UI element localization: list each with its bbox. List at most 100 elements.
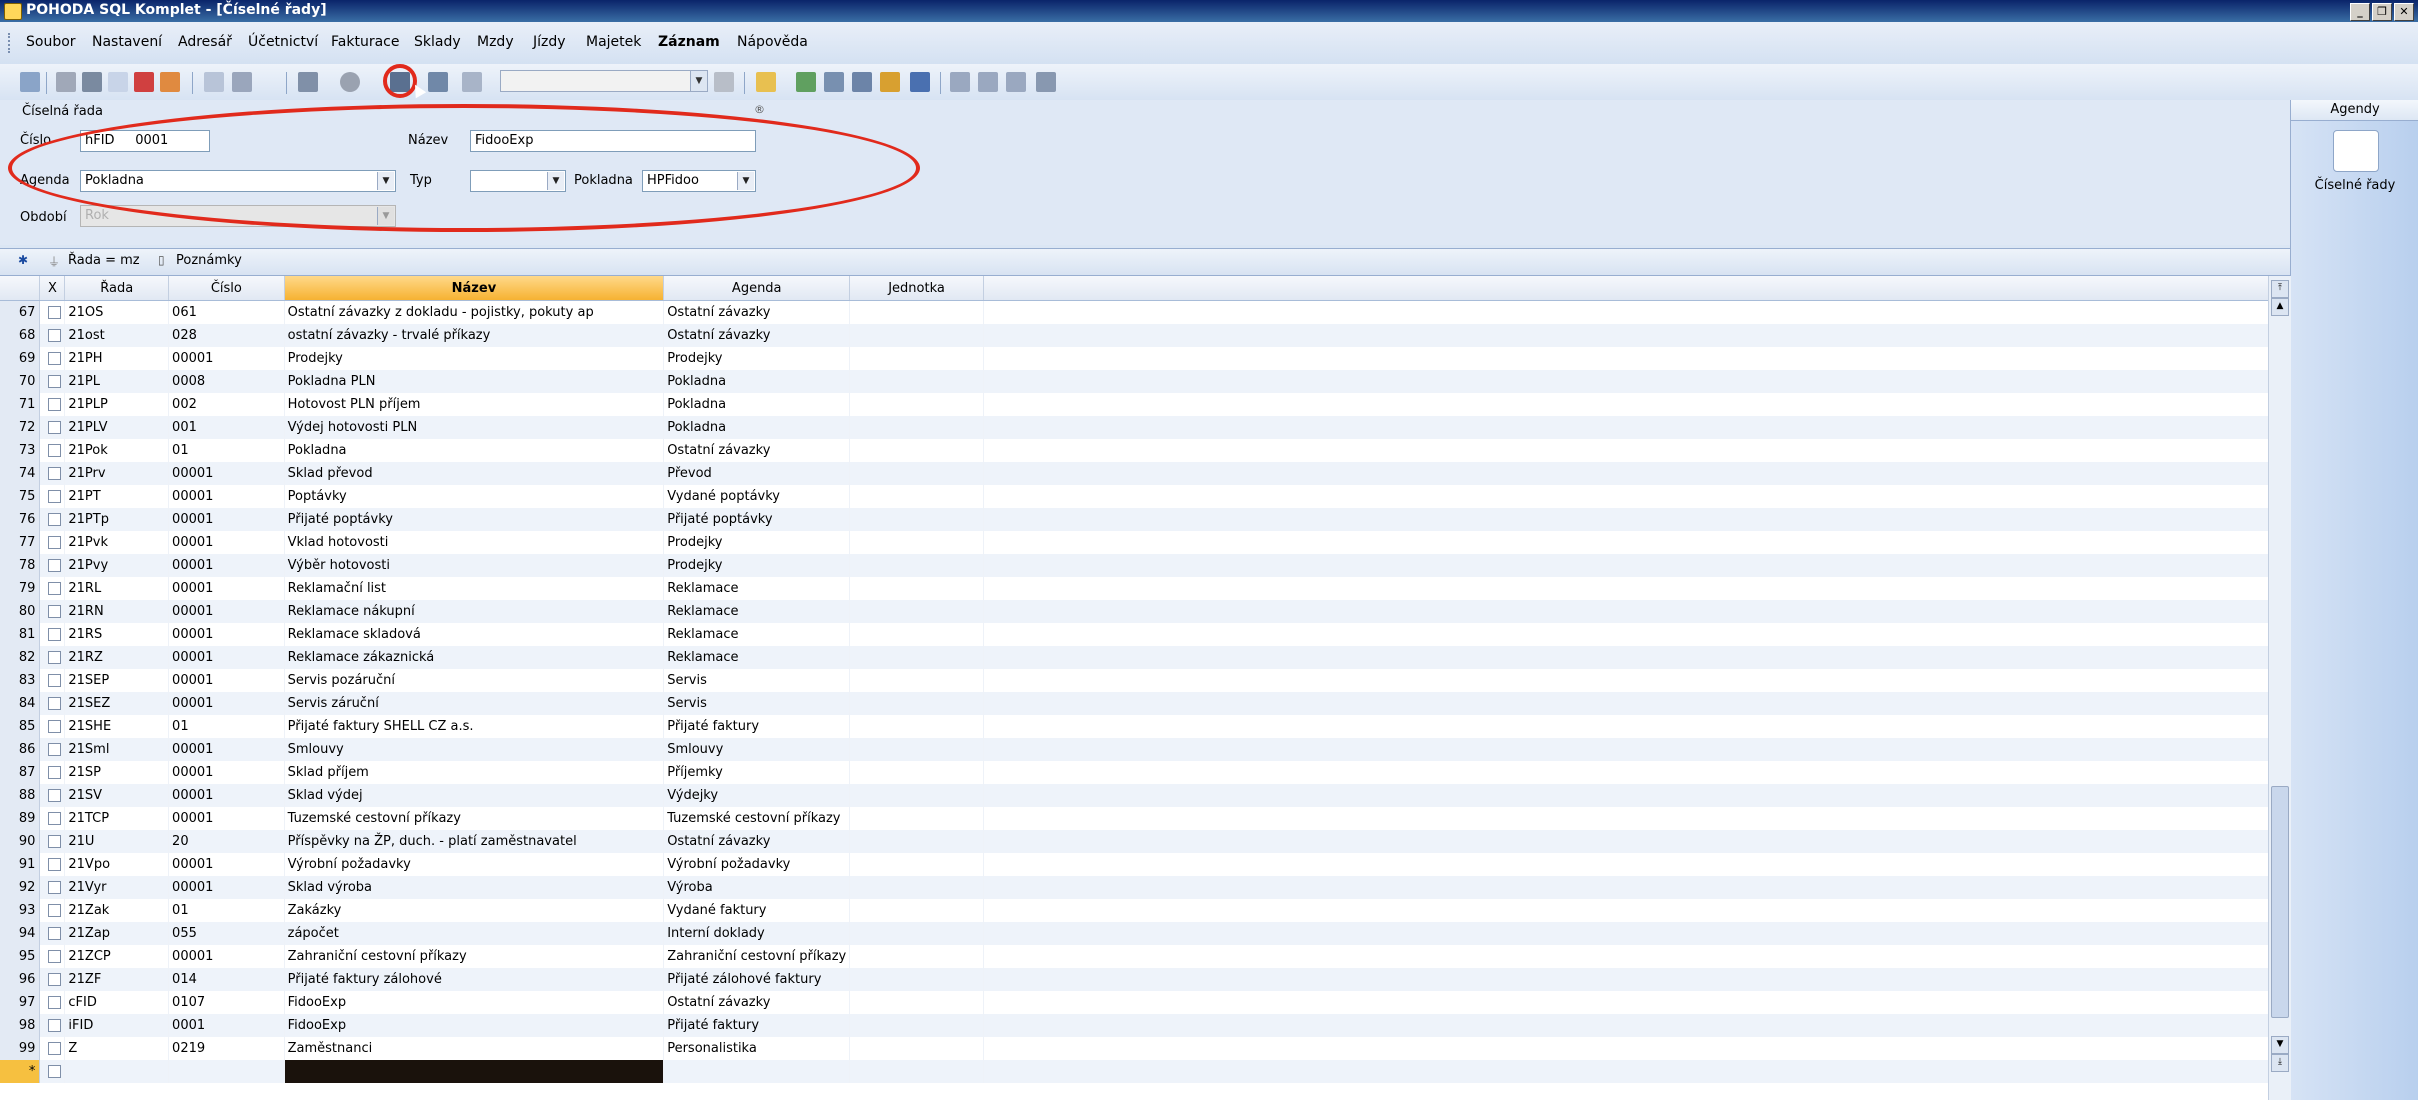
- checkbox[interactable]: [48, 881, 62, 894]
- cell-rada[interactable]: 21SEP: [64, 669, 170, 692]
- checkbox[interactable]: [48, 352, 62, 365]
- cell-nazev[interactable]: Přijaté poptávky: [284, 508, 665, 531]
- cell-rada[interactable]: 21Zak: [64, 899, 170, 922]
- cell-cislo[interactable]: 0219: [168, 1037, 285, 1060]
- cell-jednotka[interactable]: [849, 347, 984, 370]
- checkbox[interactable]: [48, 444, 62, 457]
- checkbox[interactable]: [48, 927, 62, 940]
- row-checkbox[interactable]: [39, 577, 66, 600]
- link-icon[interactable]: [796, 72, 816, 92]
- export-icon[interactable]: [160, 72, 180, 92]
- checkbox[interactable]: [48, 467, 62, 480]
- cell-agenda[interactable]: Přijaté zálohové faktury: [663, 968, 851, 991]
- checkbox[interactable]: [48, 1019, 62, 1032]
- cell-nazev[interactable]: Reklamační list: [284, 577, 665, 600]
- table-row[interactable]: 68 21ost 028 ostatní závazky - trvalé příka…: [0, 324, 2270, 347]
- cell-agenda[interactable]: Zahraniční cestovní příkazy: [663, 945, 851, 968]
- table-row[interactable]: 97 cFID 0107 FidooExp Ostatní závazky: [0, 991, 2270, 1014]
- cell-cislo[interactable]: 00001: [168, 692, 285, 715]
- cell-jednotka[interactable]: [849, 600, 984, 623]
- cell-rada[interactable]: 21PL: [64, 370, 170, 393]
- header-cislo[interactable]: Číslo: [168, 276, 285, 301]
- cell-rada[interactable]: 21TCP: [64, 807, 170, 830]
- cell-rada[interactable]: 21SP: [64, 761, 170, 784]
- table-row[interactable]: 96 21ZF 014 Přijaté faktury zálohové Přijaté…: [0, 968, 2270, 991]
- cell-jednotka[interactable]: [849, 646, 984, 669]
- row-checkbox[interactable]: [39, 669, 66, 692]
- cell-agenda[interactable]: Výrobní požadavky: [663, 853, 851, 876]
- cell-rada[interactable]: 21Pvy: [64, 554, 170, 577]
- table-row[interactable]: 82 21RZ 00001 Reklamace zákaznická Reklamace: [0, 646, 2270, 669]
- header-nazev[interactable]: Název: [284, 276, 665, 301]
- checkbox[interactable]: [48, 743, 62, 756]
- row-checkbox[interactable]: [39, 692, 66, 715]
- cell-rada[interactable]: 21OS: [64, 300, 170, 324]
- gear-icon[interactable]: [340, 72, 360, 92]
- cell-cislo[interactable]: 0107: [168, 991, 285, 1014]
- header-agenda[interactable]: Agenda: [663, 276, 851, 301]
- cell-jednotka[interactable]: [849, 922, 984, 945]
- cell-agenda[interactable]: Výdejky: [663, 784, 851, 807]
- checkbox[interactable]: [48, 582, 62, 595]
- row-checkbox[interactable]: [39, 439, 66, 462]
- table-row[interactable]: 79 21RL 00001 Reklamační list Reklamace: [0, 577, 2270, 600]
- cell-agenda[interactable]: Servis: [663, 669, 851, 692]
- document-icon[interactable]: [204, 72, 224, 92]
- cell-agenda[interactable]: Pokladna: [663, 416, 851, 439]
- row-checkbox[interactable]: [39, 623, 66, 646]
- cell-nazev[interactable]: Výdej hotovosti PLN: [284, 416, 665, 439]
- checkbox[interactable]: [48, 996, 62, 1009]
- calculator-icon[interactable]: [852, 72, 872, 92]
- cell-agenda[interactable]: Reklamace: [663, 646, 851, 669]
- table-row[interactable]: 87 21SP 00001 Sklad příjem Příjemky: [0, 761, 2270, 784]
- row-checkbox[interactable]: [39, 830, 66, 853]
- menu-majetek[interactable]: Majetek: [586, 34, 641, 50]
- table-row[interactable]: 93 21Zak 01 Zakázky Vydané faktury: [0, 899, 2270, 922]
- cell-jednotka[interactable]: [849, 1037, 984, 1060]
- cell-rada[interactable]: iFID: [64, 1014, 170, 1037]
- row-checkbox[interactable]: [39, 324, 66, 347]
- row-checkbox[interactable]: [39, 462, 66, 485]
- cell-agenda[interactable]: Interní doklady: [663, 922, 851, 945]
- menu-nastaveni[interactable]: Nastavení: [92, 34, 162, 50]
- cell-nazev[interactable]: Servis pozáruční: [284, 669, 665, 692]
- cell-agenda[interactable]: Reklamace: [663, 577, 851, 600]
- cell-nazev[interactable]: Reklamace skladová: [284, 623, 665, 646]
- table-row[interactable]: 73 21Pok 01 Pokladna Ostatní závazky: [0, 439, 2270, 462]
- cell-cislo[interactable]: 00001: [168, 508, 285, 531]
- filter-label[interactable]: Řada = mz: [68, 253, 140, 268]
- cell-cislo[interactable]: 055: [168, 922, 285, 945]
- cell-agenda[interactable]: Ostatní závazky: [663, 324, 851, 347]
- row-checkbox[interactable]: [39, 991, 66, 1014]
- cell-agenda[interactable]: Tuzemské cestovní příkazy: [663, 807, 851, 830]
- cell-jednotka[interactable]: [849, 692, 984, 715]
- form-icon[interactable]: [978, 72, 998, 92]
- row-checkbox[interactable]: [39, 761, 66, 784]
- cell-rada[interactable]: [64, 1060, 170, 1083]
- settings-icon[interactable]: [56, 72, 76, 92]
- folder-icon[interactable]: [756, 72, 776, 92]
- chevron-down-icon[interactable]: ▼: [690, 71, 707, 91]
- checkbox[interactable]: [48, 789, 62, 802]
- checkbox[interactable]: [48, 375, 62, 388]
- table-row[interactable]: 95 21ZCP 00001 Zahraniční cestovní příkazy Z…: [0, 945, 2270, 968]
- row-checkbox[interactable]: [39, 646, 66, 669]
- cell-rada[interactable]: 21ost: [64, 324, 170, 347]
- cell-rada[interactable]: 21Vpo: [64, 853, 170, 876]
- menu-soubor[interactable]: Soubor: [26, 34, 76, 50]
- checkbox[interactable]: [48, 835, 62, 848]
- row-checkbox[interactable]: [39, 922, 66, 945]
- cell-cislo[interactable]: 00001: [168, 669, 285, 692]
- cell-agenda[interactable]: Příjemky: [663, 761, 851, 784]
- filter-icon[interactable]: [714, 72, 734, 92]
- cell-rada[interactable]: 21PTp: [64, 508, 170, 531]
- users-icon[interactable]: [880, 72, 900, 92]
- cell-nazev[interactable]: Sklad výroba: [284, 876, 665, 899]
- cell-cislo[interactable]: 00001: [168, 577, 285, 600]
- filter-icon[interactable]: ⏚: [48, 253, 60, 270]
- cell-rada[interactable]: 21PLV: [64, 416, 170, 439]
- cell-nazev[interactable]: FidooExp: [284, 1014, 665, 1037]
- cell-nazev[interactable]: Poptávky: [284, 485, 665, 508]
- scroll-bottom-icon[interactable]: ⤓: [2271, 1054, 2289, 1072]
- row-checkbox[interactable]: [39, 370, 66, 393]
